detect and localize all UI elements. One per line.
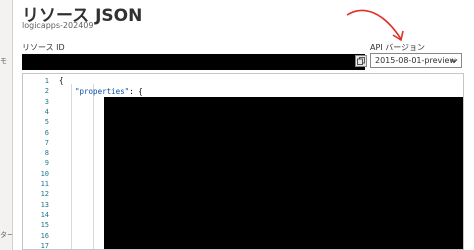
background-peek-text: ター xyxy=(0,231,12,239)
code-text: { xyxy=(59,76,64,85)
code-line: }, xyxy=(119,241,129,250)
api-version-dropdown[interactable]: 2015-08-01-preview xyxy=(370,53,462,68)
line-number: 2 xyxy=(44,87,49,96)
resource-id-label: リソース ID xyxy=(22,43,65,52)
api-version-selected: 2015-08-01-preview xyxy=(375,56,456,65)
resource-id-field[interactable] xyxy=(22,54,365,70)
line-number: 5 xyxy=(44,118,49,127)
indent-guide xyxy=(71,84,72,249)
background-peek-text: モ xyxy=(0,57,7,65)
json-key: "properties" xyxy=(75,86,130,96)
copy-button[interactable] xyxy=(355,55,367,67)
background-blade: モ ター xyxy=(0,0,13,250)
line-number: 10 xyxy=(40,169,49,178)
line-number: 11 xyxy=(40,180,49,188)
copy-icon xyxy=(357,57,365,65)
code-line: { xyxy=(59,76,64,85)
line-number: 6 xyxy=(44,128,49,137)
line-number-gutter: 1 2 3 4 5 6 7 8 9 10 11 12 13 14 15 16 1… xyxy=(23,74,53,250)
redacted-content xyxy=(104,97,463,249)
json-editor[interactable]: 1 2 3 4 5 6 7 8 9 10 11 12 13 14 15 16 1… xyxy=(22,73,464,250)
line-number: 3 xyxy=(44,97,49,106)
line-number: 14 xyxy=(40,210,49,219)
line-number: 7 xyxy=(44,138,49,147)
line-number: 17 xyxy=(40,241,49,250)
code-text: }, xyxy=(119,241,129,250)
line-number: 1 xyxy=(44,77,49,85)
line-number: 12 xyxy=(40,190,49,199)
line-number: 4 xyxy=(44,107,49,116)
code-text: : { xyxy=(129,86,143,96)
indent-guide xyxy=(93,84,94,249)
resource-name-subtitle: logicapps-202409 xyxy=(22,21,94,30)
line-number: 15 xyxy=(40,221,49,230)
line-number: 9 xyxy=(44,159,49,168)
line-number: 16 xyxy=(40,231,49,240)
line-number: 13 xyxy=(40,200,49,209)
annotation-arrow-icon xyxy=(346,9,404,42)
code-line: "properties": { xyxy=(75,87,143,96)
resource-json-panel: リソース JSON logicapps-202409 リソース ID API バ… xyxy=(13,0,474,250)
line-number: 8 xyxy=(44,149,49,158)
api-version-label: API バージョン xyxy=(370,43,426,52)
chevron-down-icon xyxy=(450,59,458,64)
